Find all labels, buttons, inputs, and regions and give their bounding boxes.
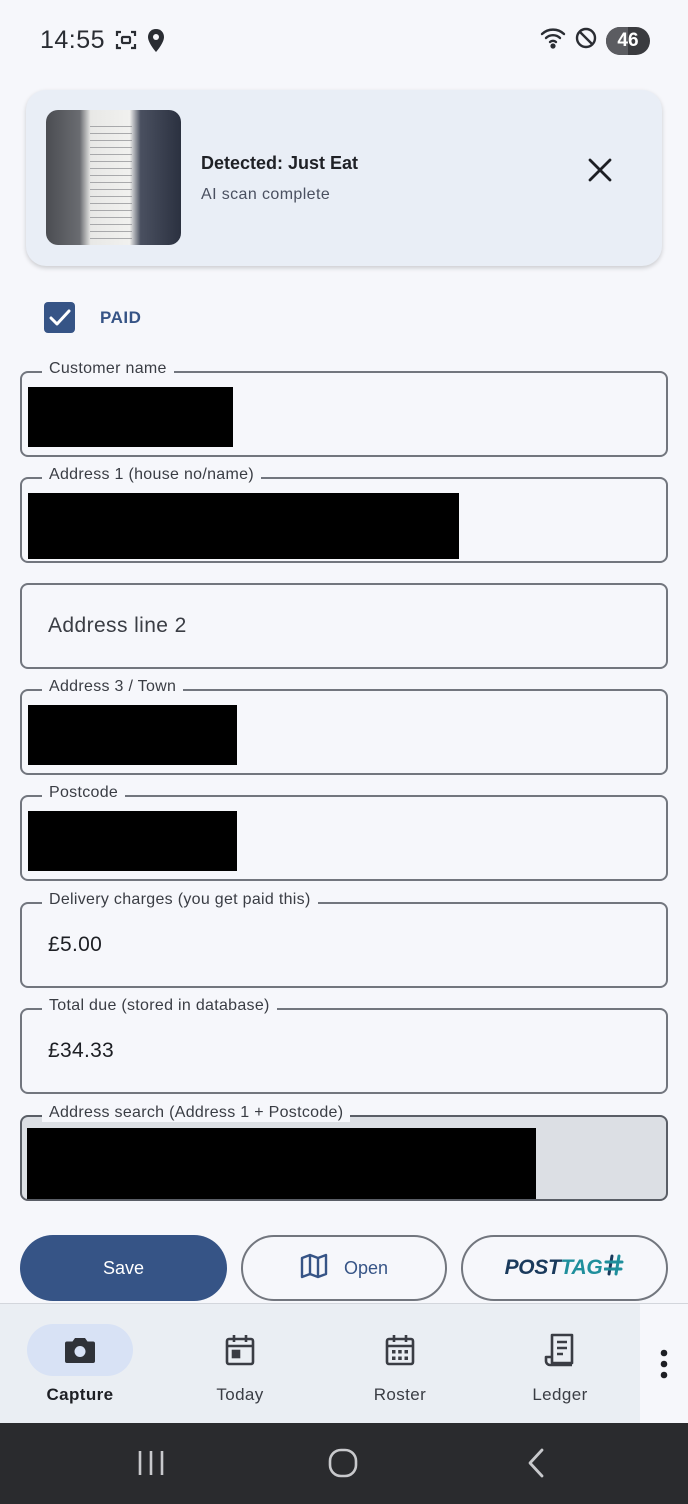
detection-card: Detected: Just Eat AI scan complete [26,90,662,266]
nav-item-ledger[interactable]: Ledger [480,1304,640,1424]
address3-field[interactable]: Address 3 / Town [20,678,668,775]
posttag-button[interactable]: POST TAG [461,1235,668,1301]
system-navigation-bar [0,1423,688,1504]
battery-icon: 46 [606,26,650,55]
calendar-today-icon [187,1324,293,1376]
address1-label: Address 1 (house no/name) [42,466,261,484]
customer-name-field[interactable]: Customer name [20,360,668,457]
redacted-value [28,811,237,871]
map-icon [300,1253,328,1284]
status-time: 14:55 [40,26,106,54]
calendar-grid-icon [347,1324,453,1376]
total-due-label: Total due (stored in database) [42,997,277,1015]
receipt-thumbnail[interactable] [46,110,181,245]
redacted-value [28,493,459,559]
nav-label-capture: Capture [46,1385,114,1404]
address3-label: Address 3 / Town [42,678,184,696]
detection-subtitle: AI scan complete [201,186,331,203]
battery-level: 46 [617,29,639,51]
save-button-label: Save [102,1257,145,1278]
open-button-label: Open [343,1257,389,1278]
address-search-label: Address search (Address 1 + Postcode) [42,1104,351,1122]
wifi-icon [540,27,566,54]
delivery-charges-label: Delivery charges (you get paid this) [42,891,318,909]
nav-item-capture[interactable]: Capture [0,1304,160,1424]
address-search-field[interactable]: Address search (Address 1 + Postcode) [20,1104,668,1201]
address2-field[interactable]: Address line 2 [20,583,668,669]
recent-apps-icon[interactable] [137,1445,165,1486]
postcode-label: Postcode [42,784,126,802]
nav-item-roster[interactable]: Roster [320,1304,480,1424]
nav-label-roster: Roster [373,1385,427,1404]
delivery-charges-value: £5.00 [48,933,103,956]
nav-label-today: Today [216,1385,264,1404]
redacted-value [28,705,237,765]
receipt-icon [507,1324,613,1376]
more-options-icon[interactable] [640,1304,688,1424]
redacted-value [27,1128,536,1199]
screenshot-icon [114,28,138,57]
redacted-value [28,387,233,447]
postcode-field[interactable]: Postcode [20,784,668,881]
home-icon[interactable] [327,1445,359,1486]
open-map-button[interactable]: Open [241,1235,447,1301]
detection-title: Detected: Just Eat [201,153,359,173]
nav-item-today[interactable]: Today [160,1304,320,1424]
location-icon [146,28,166,59]
paid-row[interactable]: PAID [44,302,141,333]
total-due-value: £34.33 [48,1039,115,1062]
paid-checkbox[interactable] [44,302,75,333]
save-button[interactable]: Save [20,1235,227,1301]
close-icon[interactable] [582,152,618,188]
bottom-navigation: Capture Today Roster Ledger [0,1303,688,1424]
paid-label: PAID [100,307,142,327]
status-bar: 14:55 46 [0,0,688,82]
hashtag-icon [603,1254,624,1282]
nav-label-ledger: Ledger [532,1385,588,1404]
address1-field[interactable]: Address 1 (house no/name) [20,466,668,563]
delivery-charges-field[interactable]: Delivery charges (you get paid this) £5.… [20,891,668,988]
posttag-logo-post: POST [504,1256,561,1279]
posttag-logo-tag: TAG [560,1256,603,1279]
camera-icon [27,1324,133,1376]
do-not-disturb-icon [574,26,598,55]
customer-name-label: Customer name [42,360,174,378]
address2-placeholder: Address line 2 [48,614,187,637]
total-due-field[interactable]: Total due (stored in database) £34.33 [20,997,668,1094]
back-icon[interactable] [524,1445,548,1486]
